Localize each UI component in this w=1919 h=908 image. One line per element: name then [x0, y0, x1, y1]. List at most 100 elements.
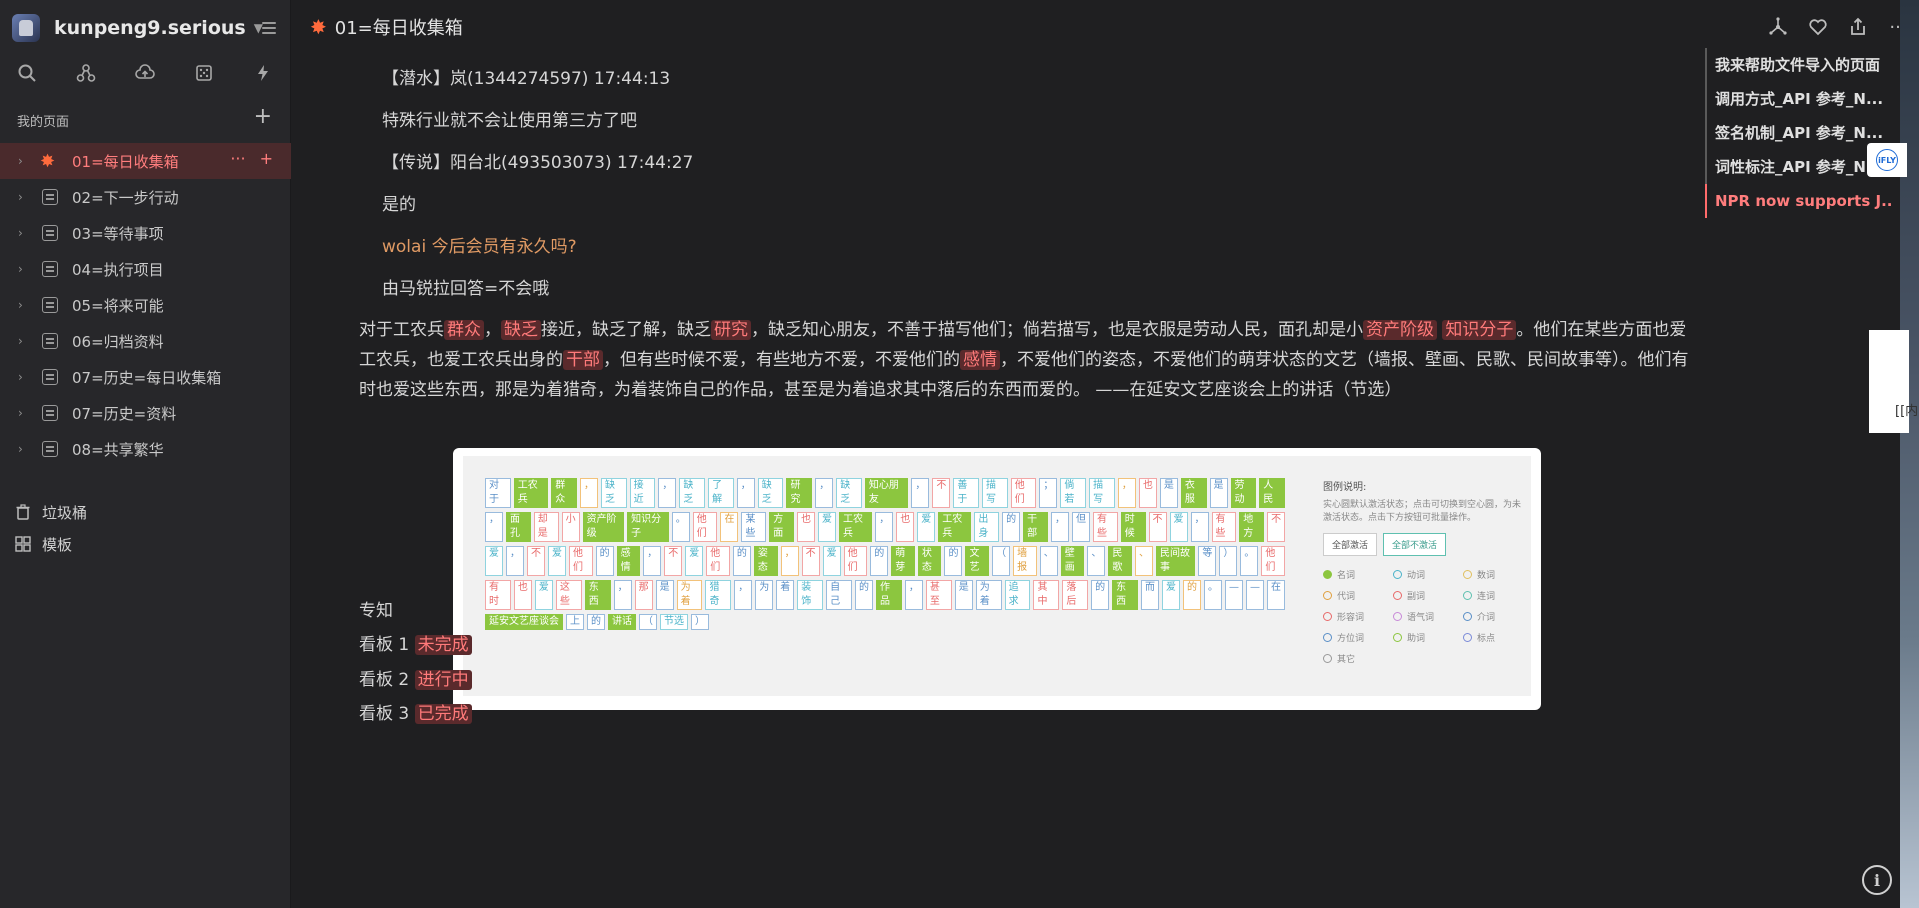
- pos-token[interactable]: 爱: [822, 546, 841, 576]
- pos-token[interactable]: 他们: [843, 546, 868, 576]
- kanban-tag-doing[interactable]: 进行中: [414, 670, 472, 690]
- pos-token[interactable]: 群众: [551, 478, 577, 508]
- legend-item[interactable]: 动词: [1393, 568, 1463, 581]
- pos-token[interactable]: 。: [671, 512, 690, 542]
- pos-token[interactable]: 知识分子: [627, 512, 669, 542]
- pos-token[interactable]: 出身: [974, 512, 1000, 542]
- pos-token[interactable]: 的: [870, 546, 889, 576]
- pos-token[interactable]: 知心朋友: [864, 478, 909, 508]
- pos-token[interactable]: 但: [1071, 512, 1090, 542]
- highlight-tag[interactable]: 资产阶级: [1363, 320, 1437, 340]
- chevron-right-icon[interactable]: ›: [18, 226, 32, 240]
- sidebar-item-page-03[interactable]: › 03=等待事项: [0, 215, 291, 251]
- pos-token[interactable]: 他们: [706, 546, 730, 576]
- share-icon[interactable]: [1845, 14, 1871, 40]
- pos-token[interactable]: 爱: [818, 512, 837, 542]
- pos-token[interactable]: 是: [1209, 478, 1228, 508]
- pos-token[interactable]: 装饰: [797, 580, 824, 610]
- pos-token[interactable]: 、: [1087, 546, 1106, 576]
- pos-token[interactable]: 上: [566, 614, 584, 630]
- pos-token[interactable]: 地方: [1239, 512, 1265, 542]
- pos-token[interactable]: 也: [797, 512, 816, 542]
- pos-token[interactable]: ）: [1219, 546, 1238, 576]
- pos-token[interactable]: ，: [875, 512, 894, 542]
- sidebar-item-page-04[interactable]: › 04=执行项目: [0, 251, 291, 287]
- highlight-tag[interactable]: 缺乏: [501, 320, 541, 340]
- pos-token[interactable]: 在: [1267, 580, 1286, 610]
- templates-link[interactable]: 模板: [14, 528, 87, 560]
- pos-token[interactable]: 为: [755, 580, 774, 610]
- pos-token[interactable]: 为着: [975, 580, 1002, 610]
- pos-token[interactable]: 延安文艺座谈会: [485, 614, 563, 630]
- pos-token[interactable]: 壁画: [1060, 546, 1085, 576]
- pos-token[interactable]: ，: [815, 478, 834, 508]
- more-icon[interactable]: ···: [230, 149, 245, 168]
- pos-token[interactable]: 方面: [769, 512, 795, 542]
- legend-item[interactable]: 名词: [1323, 568, 1393, 581]
- pos-token[interactable]: 这些: [555, 580, 582, 610]
- pos-token[interactable]: 东西: [584, 580, 611, 610]
- pos-token[interactable]: 不: [664, 546, 683, 576]
- pos-token[interactable]: —: [1225, 580, 1244, 610]
- pos-token[interactable]: 面孔: [506, 512, 531, 542]
- sidebar-item-page-02[interactable]: › 02=下一步行动: [0, 179, 291, 215]
- pos-token[interactable]: 他们: [1261, 546, 1285, 576]
- legend-item[interactable]: 方位词: [1323, 631, 1393, 644]
- pos-token[interactable]: 。: [1240, 546, 1259, 576]
- legend-item[interactable]: 助词: [1393, 631, 1463, 644]
- sidebar-item-page-07b[interactable]: › 07=历史=资料: [0, 395, 291, 431]
- pos-token[interactable]: 节选: [660, 614, 688, 630]
- pos-token[interactable]: 爱: [917, 512, 936, 542]
- pos-token[interactable]: ，: [485, 512, 503, 542]
- pos-token[interactable]: ，: [1117, 478, 1136, 508]
- pos-token[interactable]: ，: [736, 478, 755, 508]
- info-icon[interactable]: i: [1862, 865, 1892, 895]
- pos-token[interactable]: 、: [1135, 546, 1154, 576]
- outline-item[interactable]: 签名机制_API 参考_N...: [1705, 116, 1893, 150]
- legend-item[interactable]: 连词: [1463, 589, 1523, 602]
- outline-item[interactable]: 调用方式_API 参考_N...: [1705, 82, 1893, 116]
- pos-token[interactable]: 爱: [548, 546, 566, 576]
- pos-token[interactable]: 工农兵: [839, 512, 873, 542]
- pos-token[interactable]: 的: [595, 546, 614, 576]
- pos-token[interactable]: （: [992, 546, 1011, 576]
- search-icon[interactable]: [14, 60, 40, 86]
- pos-token[interactable]: 缺乏: [757, 478, 784, 508]
- pos-token[interactable]: 有些: [1092, 512, 1118, 542]
- chevron-right-icon[interactable]: ›: [18, 442, 32, 456]
- pos-token[interactable]: ，: [904, 580, 923, 610]
- kanban-tag-done[interactable]: 已完成: [414, 704, 472, 724]
- pos-token[interactable]: ，: [579, 478, 598, 508]
- dice-icon[interactable]: [191, 60, 217, 86]
- pos-token[interactable]: 工农兵: [938, 512, 972, 542]
- pos-token[interactable]: 的: [1183, 580, 1202, 610]
- pos-token[interactable]: 。: [1204, 580, 1223, 610]
- pos-token[interactable]: 萌芽: [891, 546, 915, 576]
- pos-token[interactable]: 爱: [1162, 580, 1181, 610]
- pos-token[interactable]: 的: [855, 580, 874, 610]
- pos-token[interactable]: 感情: [616, 546, 641, 576]
- pos-token[interactable]: 却是: [533, 512, 559, 542]
- pos-token[interactable]: 在: [720, 512, 739, 542]
- legend-item[interactable]: 标点: [1463, 631, 1523, 644]
- activate-all-button[interactable]: 全部激活: [1323, 533, 1378, 556]
- workspace-switcher[interactable]: kunpeng9.serious ▼: [12, 12, 282, 44]
- pos-token[interactable]: 他们: [692, 512, 718, 542]
- pos-token[interactable]: 、: [1039, 546, 1058, 576]
- outline-item[interactable]: 词性标注_API 参考_N...: [1705, 150, 1893, 184]
- pos-token[interactable]: 是: [1159, 478, 1178, 508]
- chevron-right-icon[interactable]: ›: [18, 334, 32, 348]
- pos-token[interactable]: 描写: [982, 478, 1008, 508]
- chevron-right-icon[interactable]: ›: [18, 298, 32, 312]
- pos-token[interactable]: 爱: [1169, 512, 1188, 542]
- add-subpage-icon[interactable]: +: [260, 149, 273, 168]
- pos-token[interactable]: 缺乏: [836, 478, 862, 508]
- graph-icon[interactable]: [73, 60, 99, 86]
- pos-token[interactable]: 对于: [485, 478, 511, 508]
- pos-token[interactable]: 小: [561, 512, 580, 542]
- chevron-right-icon[interactable]: ›: [18, 154, 32, 168]
- pos-token[interactable]: 爱: [485, 546, 503, 576]
- pos-token[interactable]: 墙报: [1013, 546, 1037, 576]
- legend-item[interactable]: 形容词: [1323, 610, 1393, 623]
- legend-item[interactable]: 副词: [1393, 589, 1463, 602]
